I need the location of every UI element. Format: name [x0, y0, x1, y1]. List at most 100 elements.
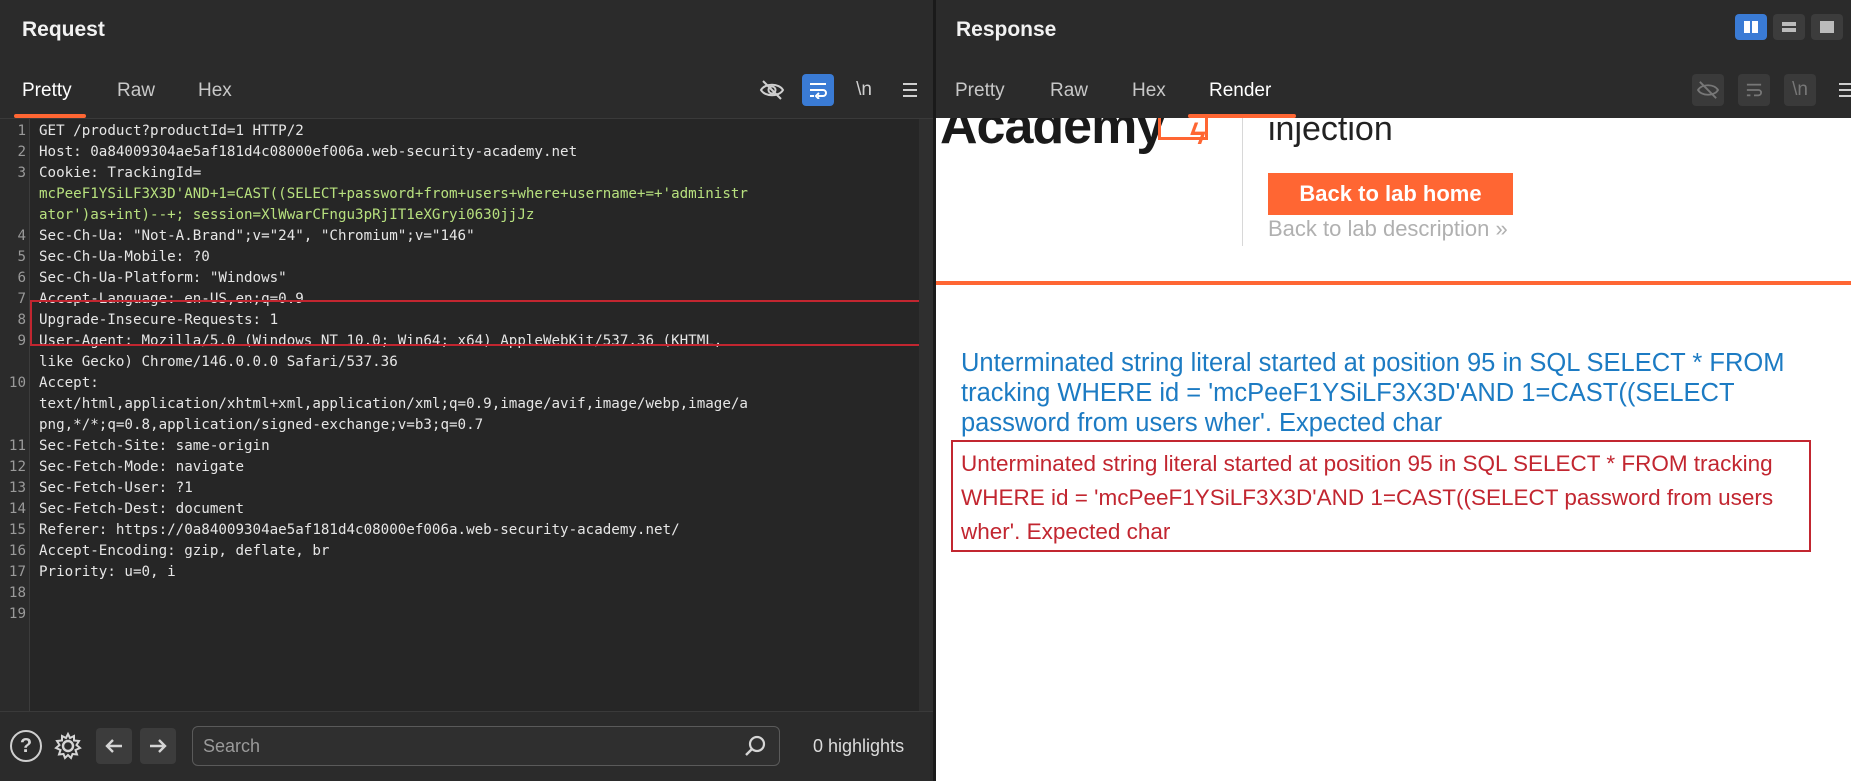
line-number: 12 — [8, 459, 26, 475]
arrow-left-icon — [105, 739, 122, 753]
menu-icon[interactable] — [894, 74, 926, 106]
line-number: 18 — [8, 585, 26, 601]
code-line[interactable]: png,*/*;q=0.8,application/signed-exchang… — [0, 415, 925, 436]
code-line[interactable]: 12 Sec-Fetch-Mode: navigate — [0, 457, 925, 478]
forward-arrow-button[interactable] — [140, 728, 176, 764]
response-tab-render[interactable]: Render — [1209, 80, 1271, 102]
code-line[interactable]: 1 GET /product?productId=1 HTTP/2 — [0, 121, 925, 142]
code-line[interactable]: 14 Sec-Fetch-Dest: document — [0, 499, 925, 520]
code-line[interactable]: 10 Accept: — [0, 373, 925, 394]
line-text: Sec-Ch-Ua: "Not-A.Brand";v="24", "Chromi… — [39, 228, 475, 244]
error-message-box: Unterminated string literal started at p… — [951, 440, 1811, 552]
code-line[interactable]: 15 Referer: https://0a84009304ae5af181d4c… — [0, 520, 925, 541]
code-line[interactable]: mcPeeF1YSiLF3X3D'AND+1=CAST((SELECT+pass… — [0, 184, 925, 205]
help-icon: ? — [10, 730, 42, 762]
code-line[interactable]: 13 Sec-Fetch-User: ?1 — [0, 478, 925, 499]
code-line[interactable]: 7 Accept-Language: en-US,en;q=0.9 — [0, 289, 925, 310]
code-line[interactable]: 5 Sec-Ch-Ua-Mobile: ?0 — [0, 247, 925, 268]
line-text: Accept: — [39, 375, 99, 391]
search-input[interactable] — [203, 734, 733, 758]
line-number: 5 — [17, 249, 26, 265]
code-line[interactable]: 16 Accept-Encoding: gzip, deflate, br — [0, 541, 925, 562]
academy-logo: Academy — [940, 118, 1165, 155]
line-text: Sec-Fetch-User: ?1 — [39, 480, 193, 496]
line-text: Upgrade-Insecure-Requests: 1 — [39, 312, 279, 328]
layout-tabs-button[interactable] — [1811, 14, 1843, 40]
back-arrow-button[interactable] — [96, 728, 132, 764]
request-tabs: Pretty Raw Hex — [0, 72, 600, 118]
line-text: like Gecko) Chrome/146.0.0.0 Safari/537.… — [39, 354, 398, 370]
request-toolbar: \n — [756, 74, 926, 106]
line-text: Cookie: TrackingId= — [39, 165, 202, 181]
line-text: GET /product?productId=1 HTTP/2 — [39, 123, 304, 139]
line-text: Accept-Encoding: gzip, deflate, br — [39, 543, 330, 559]
line-text: Sec-Ch-Ua-Mobile: ?0 — [39, 249, 210, 265]
response-toolbar: \n — [1692, 74, 1851, 106]
error-message-blue: Unterminated string literal started at p… — [961, 349, 1785, 437]
rendered-response: Academy ϟ injection Back to lab home Bac… — [936, 118, 1851, 781]
response-tab-hex[interactable]: Hex — [1132, 80, 1166, 102]
gear-icon — [54, 731, 82, 760]
newline-toggle[interactable]: \n — [848, 74, 880, 106]
single-pane-icon — [1820, 21, 1834, 33]
line-number: 13 — [8, 480, 26, 496]
code-line[interactable]: 8 Upgrade-Insecure-Requests: 1 — [0, 310, 925, 331]
code-line[interactable]: 3 Cookie: TrackingId= — [0, 163, 925, 184]
code-line[interactable]: 6 Sec-Ch-Ua-Platform: "Windows" — [0, 268, 925, 289]
response-word-wrap-icon[interactable] — [1738, 74, 1770, 106]
word-wrap-icon[interactable] — [802, 74, 834, 106]
line-text: png,*/*;q=0.8,application/signed-exchang… — [39, 417, 484, 433]
code-line[interactable]: 4 Sec-Ch-Ua: "Not-A.Brand";v="24", "Chrom… — [0, 226, 925, 247]
code-line[interactable]: text/html,application/xhtml+xml,applicat… — [0, 394, 925, 415]
line-number: 19 — [8, 606, 26, 622]
error-message-red: Unterminated string literal started at p… — [961, 451, 1774, 544]
line-number: 1 — [17, 123, 26, 139]
code-line[interactable]: 19 — [0, 604, 925, 625]
rows-icon — [1782, 22, 1796, 32]
line-text: Referer: https://0a84009304ae5af181d4c08… — [39, 522, 680, 538]
request-tab-pretty[interactable]: Pretty — [22, 80, 72, 102]
response-tab-raw[interactable]: Raw — [1050, 80, 1088, 102]
search-icon[interactable] — [743, 733, 769, 759]
columns-icon — [1744, 21, 1758, 33]
hide-nonprintable-icon[interactable] — [756, 74, 788, 106]
layout-stacked-button[interactable] — [1773, 14, 1805, 40]
code-line[interactable]: 18 — [0, 583, 925, 604]
code-line[interactable]: 11 Sec-Fetch-Site: same-origin — [0, 436, 925, 457]
request-editor[interactable]: 1 GET /product?productId=1 HTTP/2 2 Host: 0… — [0, 118, 933, 711]
vertical-scrollbar[interactable] — [919, 119, 933, 711]
back-to-lab-description-label: Back to lab description — [1268, 216, 1490, 241]
line-text: Sec-Ch-Ua-Platform: "Windows" — [39, 270, 287, 286]
code-line[interactable]: 17 Priority: u=0, i — [0, 562, 925, 583]
line-number: 6 — [17, 270, 26, 286]
response-tabs: Pretty Raw Hex Render — [936, 72, 1336, 118]
response-newline-toggle[interactable]: \n — [1784, 74, 1816, 106]
line-number: 10 — [8, 375, 26, 391]
request-tab-hex[interactable]: Hex — [198, 80, 232, 102]
code-line[interactable]: 2 Host: 0a84009304ae5af181d4c08000ef006a.… — [0, 142, 925, 163]
response-tab-pretty[interactable]: Pretty — [955, 80, 1005, 102]
line-text: mcPeeF1YSiLF3X3D'AND+1=CAST((SELECT+pass… — [39, 186, 748, 202]
line-number: 16 — [8, 543, 26, 559]
arrow-right-icon — [150, 739, 167, 753]
help-button[interactable]: ? — [8, 728, 44, 764]
code-line[interactable]: like Gecko) Chrome/146.0.0.0 Safari/537.… — [0, 352, 925, 373]
line-text: User-Agent: Mozilla/5.0 (Windows NT 10.0… — [39, 333, 723, 349]
line-number: 7 — [17, 291, 26, 307]
code-line[interactable]: 9 User-Agent: Mozilla/5.0 (Windows NT 10.… — [0, 331, 925, 352]
back-to-lab-home-button[interactable]: Back to lab home — [1268, 173, 1513, 215]
header-separator — [1242, 118, 1243, 246]
request-tab-raw[interactable]: Raw — [117, 80, 155, 102]
response-hide-nonprintable-icon[interactable] — [1692, 74, 1724, 106]
back-to-lab-description-link[interactable]: Back to lab description » — [1268, 216, 1508, 242]
line-text: Accept-Language: en-US,en;q=0.9 — [39, 291, 304, 307]
line-number: 11 — [8, 438, 26, 454]
settings-button[interactable] — [50, 728, 86, 764]
lab-title: injection — [1268, 118, 1393, 148]
code-line[interactable]: ator')as+int)--+; session=XlWwarCFngu3pR… — [0, 205, 925, 226]
layout-side-by-side-button[interactable] — [1735, 14, 1767, 40]
line-text: text/html,application/xhtml+xml,applicat… — [39, 396, 748, 412]
request-code[interactable]: 1 GET /product?productId=1 HTTP/2 2 Host: 0… — [0, 121, 925, 625]
response-menu-icon[interactable] — [1830, 74, 1851, 106]
line-number: 3 — [17, 165, 26, 181]
